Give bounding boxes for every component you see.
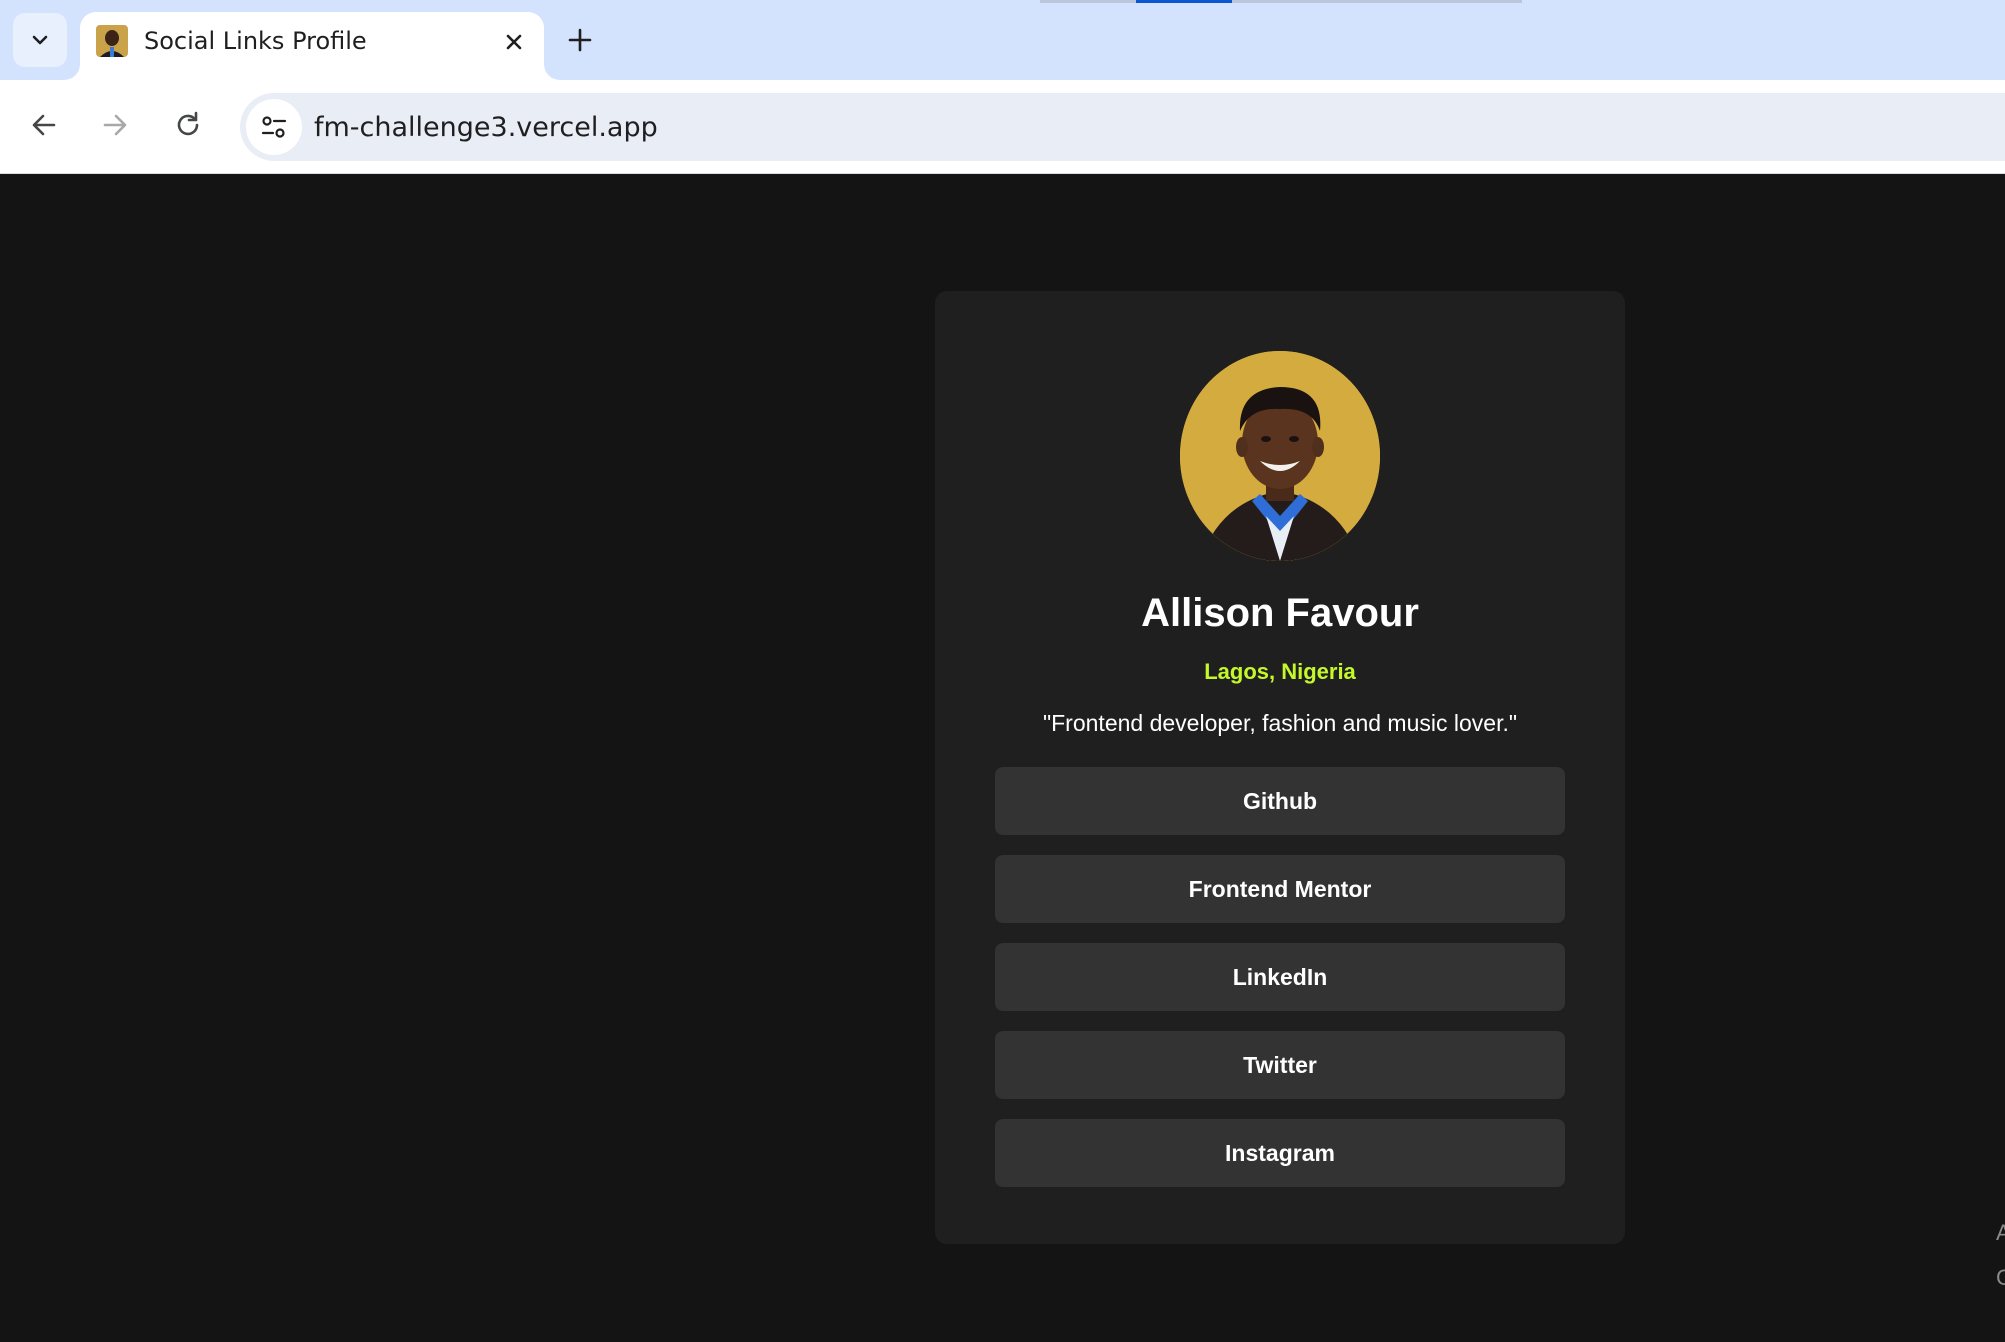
page-viewport: Allison Favour Lagos, Nigeria "Frontend … bbox=[0, 175, 2005, 1342]
edge-text-fragment: A bbox=[1996, 1220, 2005, 1245]
frontend-mentor-link-button[interactable]: Frontend Mentor bbox=[995, 855, 1565, 923]
tab-title: Social Links Profile bbox=[144, 27, 367, 55]
close-tab-button[interactable] bbox=[498, 26, 530, 58]
browser-toolbar: fm-challenge3.vercel.app bbox=[0, 80, 2005, 174]
active-tab[interactable]: Social Links Profile bbox=[80, 12, 544, 80]
tab-indicator-active bbox=[1136, 0, 1232, 3]
twitter-link-button[interactable]: Twitter bbox=[995, 1031, 1565, 1099]
url-text[interactable]: fm-challenge3.vercel.app bbox=[314, 112, 658, 143]
plus-icon bbox=[568, 28, 592, 52]
github-link-button[interactable]: Github bbox=[995, 767, 1565, 835]
profile-card: Allison Favour Lagos, Nigeria "Frontend … bbox=[935, 291, 1625, 1244]
close-icon bbox=[506, 34, 522, 50]
reload-icon bbox=[177, 111, 199, 136]
back-button[interactable] bbox=[22, 103, 66, 147]
forward-button[interactable] bbox=[93, 103, 137, 147]
site-info-button[interactable] bbox=[246, 99, 302, 155]
reload-button[interactable] bbox=[166, 103, 210, 147]
chevron-down-icon bbox=[32, 35, 48, 45]
profile-name: Allison Favour bbox=[1141, 591, 1419, 635]
social-links-list: Github Frontend Mentor LinkedIn Twitter … bbox=[995, 767, 1565, 1207]
profile-bio: "Frontend developer, fashion and music l… bbox=[1042, 710, 1518, 736]
tab-indicator bbox=[1232, 0, 1522, 3]
favicon-avatar bbox=[96, 25, 128, 57]
tab-strip: Social Links Profile bbox=[0, 0, 2005, 80]
new-tab-button[interactable] bbox=[560, 20, 600, 60]
back-icon bbox=[32, 114, 56, 136]
profile-location: Lagos, Nigeria bbox=[1204, 659, 1356, 684]
linkedin-link-button[interactable]: LinkedIn bbox=[995, 943, 1565, 1011]
tab-indicator bbox=[1040, 0, 1136, 3]
tab-search-button[interactable] bbox=[13, 13, 67, 67]
profile-avatar bbox=[1180, 351, 1380, 561]
address-bar[interactable]: fm-challenge3.vercel.app bbox=[240, 93, 2005, 161]
forward-icon bbox=[103, 114, 127, 136]
edge-text-fragment: C bbox=[1996, 1265, 2005, 1290]
site-settings-icon bbox=[261, 116, 287, 138]
instagram-link-button[interactable]: Instagram bbox=[995, 1119, 1565, 1187]
